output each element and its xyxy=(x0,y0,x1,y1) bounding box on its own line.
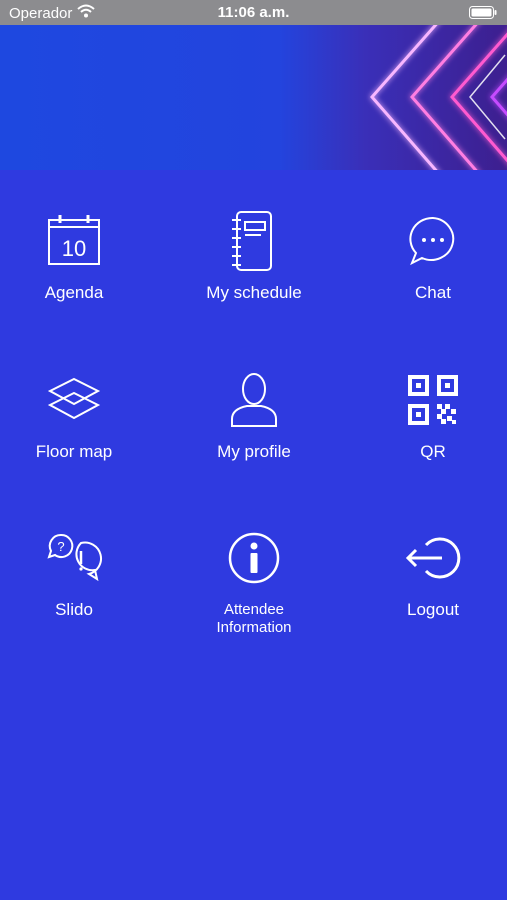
menu-item-slido[interactable]: ? Slido xyxy=(0,527,159,677)
menu-label-floor-map: Floor map xyxy=(35,442,113,461)
menu-label-attendee-line2: Information xyxy=(216,619,292,636)
layers-icon xyxy=(43,369,105,431)
status-bar: Operador 11:06 a.m. xyxy=(0,0,507,25)
status-time: 11:06 a.m. xyxy=(217,4,290,21)
menu-label-my-schedule: My schedule xyxy=(206,283,302,302)
menu-item-agenda[interactable]: 10 Agenda xyxy=(0,210,159,360)
svg-text:?: ? xyxy=(57,539,64,554)
notebook-icon xyxy=(223,210,285,272)
battery-icon xyxy=(469,6,497,23)
menu-item-logout[interactable]: Logout xyxy=(348,527,507,677)
menu-label-logout: Logout xyxy=(407,600,459,619)
menu-item-chat[interactable]: Chat xyxy=(348,210,507,360)
menu-item-attendee-information[interactable]: Attendee Information xyxy=(169,527,339,677)
menu-label-slido: Slido xyxy=(55,600,93,619)
menu-label-chat: Chat xyxy=(415,283,451,302)
calendar-day: 10 xyxy=(62,236,86,261)
menu-label-attendee-information: Attendee Information xyxy=(216,601,291,637)
logout-icon xyxy=(402,527,464,589)
menu-label-agenda: Agenda xyxy=(44,283,104,302)
menu-item-my-profile[interactable]: My profile xyxy=(169,369,339,519)
menu-item-qr[interactable]: QR xyxy=(348,369,507,519)
menu-item-floor-map[interactable]: Floor map xyxy=(0,369,159,519)
qr-code-icon xyxy=(402,369,464,431)
header-banner xyxy=(0,25,507,170)
info-circle-icon xyxy=(223,527,285,589)
menu-label-attendee-line1: Attendee xyxy=(223,601,285,618)
menu-item-my-schedule[interactable]: My schedule xyxy=(169,210,339,360)
calendar-icon: 10 xyxy=(43,210,105,272)
question-exclamation-bubbles-icon: ? xyxy=(43,527,105,589)
neon-chevrons-graphic xyxy=(370,25,507,170)
user-profile-icon xyxy=(223,369,285,431)
menu-label-my-profile: My profile xyxy=(217,442,291,461)
menu-label-qr: QR xyxy=(420,442,446,461)
chat-bubble-icon xyxy=(402,210,464,272)
